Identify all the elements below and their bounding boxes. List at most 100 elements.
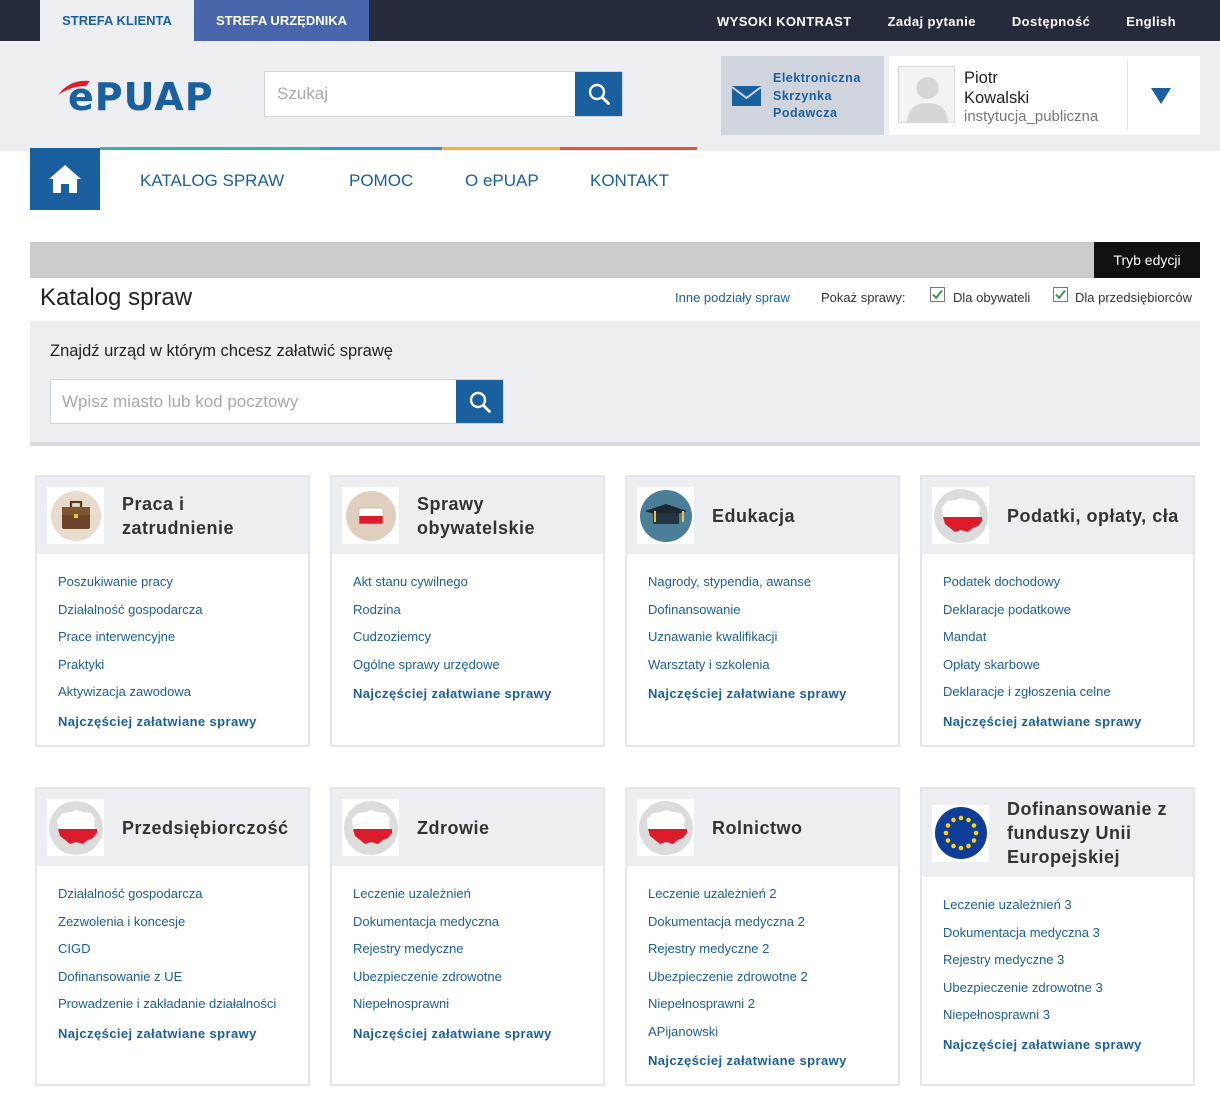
card-link[interactable]: Działalność gospodarcza: [58, 880, 288, 908]
user-menu-toggle[interactable]: [1151, 88, 1171, 109]
most-common-cases-link[interactable]: Najczęściej załatwiane sprawy: [648, 1053, 878, 1068]
category-card: Sprawy obywatelskie Akt stanu cywilnego Ro…: [330, 475, 605, 747]
top-links: WYSOKI KONTRAST Zadaj pytanie Dostępność…: [699, 0, 1220, 41]
citizens-checkbox[interactable]: [930, 287, 945, 302]
card-link[interactable]: Leczenie uzależnień: [353, 880, 583, 908]
card-title: Zdrowie: [417, 817, 490, 838]
card-body: Nagrody, stypendia, awanse Dofinansowanie…: [627, 554, 898, 717]
nav-o-epuap[interactable]: O ePUAP: [465, 171, 539, 191]
city-postcode-input[interactable]: [51, 380, 457, 423]
card-header[interactable]: Edukacja: [627, 477, 898, 554]
most-common-cases-link[interactable]: Najczęściej załatwiane sprawy: [353, 1026, 583, 1041]
edit-mode-button[interactable]: Tryb edycji: [1094, 242, 1200, 278]
epuap-logo-image: ePUAP: [58, 75, 213, 119]
card-link[interactable]: Rejestry medyczne 2: [648, 935, 878, 963]
card-link[interactable]: Ubezpieczenie zdrowotne 2: [648, 963, 878, 991]
nav-kontakt[interactable]: KONTAKT: [590, 171, 669, 191]
other-divisions-link[interactable]: Inne podziały spraw: [675, 290, 790, 305]
card-link[interactable]: Rejestry medyczne 3: [943, 946, 1173, 974]
card-header[interactable]: Dofinansowanie z funduszy Unii Europejsk…: [922, 789, 1193, 877]
search-button[interactable]: [575, 72, 622, 116]
card-link[interactable]: Podatek dochodowy: [943, 568, 1173, 596]
card-link[interactable]: Opłaty skarbowe: [943, 651, 1173, 679]
poland-map-icon: [932, 487, 989, 544]
home-button[interactable]: [30, 148, 100, 210]
card-link[interactable]: Ubezpieczenie zdrowotne 3: [943, 974, 1173, 1002]
home-icon: [49, 165, 81, 193]
card-link[interactable]: Dofinansowanie z UE: [58, 963, 288, 991]
card-header[interactable]: Praca i zatrudnienie: [37, 477, 308, 554]
esp-inbox-button[interactable]: Elektroniczna Skrzynka Podawcza: [721, 56, 884, 135]
card-link[interactable]: Deklaracje i zgłoszenia celne: [943, 678, 1173, 706]
card-link[interactable]: Deklaracje podatkowe: [943, 596, 1173, 624]
card-link[interactable]: Dokumentacja medyczna 2: [648, 908, 878, 936]
search-input[interactable]: [265, 72, 575, 116]
tab-strefa-klienta[interactable]: STREFA KLIENTA: [40, 0, 194, 41]
card-link[interactable]: Aktywizacja zawodowa: [58, 678, 288, 706]
card-link[interactable]: Rodzina: [353, 596, 583, 624]
card-link[interactable]: Poszukiwanie pracy: [58, 568, 288, 596]
citizens-label: Dla obywateli: [953, 290, 1031, 305]
card-link[interactable]: Dokumentacja medyczna: [353, 908, 583, 936]
eu-flag-icon: [932, 804, 989, 862]
card-link[interactable]: Prowadzenie i zakładanie działalności: [58, 990, 288, 1018]
finder-search-button[interactable]: [456, 380, 503, 423]
most-common-cases-link[interactable]: Najczęściej załatwiane sprawy: [58, 1026, 288, 1041]
accessibility-link[interactable]: Dostępność: [994, 0, 1108, 41]
briefcase-icon: [47, 487, 104, 544]
english-link[interactable]: English: [1108, 0, 1220, 41]
graduation-cap-icon: [637, 487, 694, 544]
card-title: Praca i zatrudnienie: [122, 493, 235, 538]
card-link[interactable]: CIGD: [58, 935, 288, 963]
top-bar: STREFA KLIENTA STREFA URZĘDNIKA WYSOKI K…: [0, 0, 1220, 41]
most-common-cases-link[interactable]: Najczęściej załatwiane sprawy: [943, 1037, 1173, 1052]
business-checkbox[interactable]: [1053, 287, 1068, 302]
ask-question-link[interactable]: Zadaj pytanie: [870, 0, 994, 41]
most-common-cases-link[interactable]: Najczęściej załatwiane sprawy: [353, 686, 583, 701]
card-body: Podatek dochodowy Deklaracje podatkowe Man…: [922, 554, 1193, 745]
most-common-cases-link[interactable]: Najczęściej załatwiane sprawy: [58, 714, 288, 729]
card-link[interactable]: Prace interwencyjne: [58, 623, 288, 651]
page-title: Katalog spraw: [40, 284, 193, 311]
card-header[interactable]: Przedsiębiorczość: [37, 789, 308, 866]
card-header[interactable]: Rolnictwo: [627, 789, 898, 866]
caret-down-icon: [1151, 88, 1171, 104]
card-link[interactable]: Leczenie uzależnień 2: [648, 880, 878, 908]
card-header[interactable]: Podatki, opłaty, cła: [922, 477, 1193, 554]
card-link[interactable]: Mandat: [943, 623, 1173, 651]
card-link[interactable]: Działalność gospodarcza: [58, 596, 288, 624]
card-link[interactable]: Uznawanie kwalifikacji: [648, 623, 878, 651]
card-link[interactable]: Nagrody, stypendia, awanse: [648, 568, 878, 596]
card-link[interactable]: Praktyki: [58, 651, 288, 679]
card-link[interactable]: Ubezpieczenie zdrowotne: [353, 963, 583, 991]
card-link[interactable]: Akt stanu cywilnego: [353, 568, 583, 596]
card-body: Leczenie uzależnień 2 Dokumentacja medycz…: [627, 866, 898, 1084]
card-link[interactable]: Niepełnosprawni 3: [943, 1001, 1173, 1029]
high-contrast-link[interactable]: WYSOKI KONTRAST: [699, 0, 870, 41]
card-link[interactable]: Dokumentacja medyczna 3: [943, 919, 1173, 947]
card-link[interactable]: Niepełnosprawni 2: [648, 990, 878, 1018]
card-link[interactable]: Ogólne sprawy urzędowe: [353, 651, 583, 679]
card-link[interactable]: Warsztaty i szkolenia: [648, 651, 878, 679]
envelope-icon: [732, 86, 761, 106]
card-link[interactable]: APijanowski: [648, 1018, 878, 1046]
card-link[interactable]: Dofinansowanie: [648, 596, 878, 624]
nav-pomoc[interactable]: POMOC: [349, 171, 413, 191]
card-header[interactable]: Sprawy obywatelskie: [332, 477, 603, 554]
card-link[interactable]: Leczenie uzależnień 3: [943, 891, 1173, 919]
card-link[interactable]: Zezwolenia i koncesje: [58, 908, 288, 936]
most-common-cases-link[interactable]: Najczęściej załatwiane sprawy: [648, 686, 878, 701]
check-icon: [932, 289, 943, 300]
most-common-cases-link[interactable]: Najczęściej załatwiane sprawy: [943, 714, 1173, 729]
card-link[interactable]: Rejestry medyczne: [353, 935, 583, 963]
poland-map-icon: [47, 799, 104, 856]
user-divider: [1127, 60, 1128, 131]
user-name: Piotr Kowalski: [964, 69, 1030, 107]
category-card: Dofinansowanie z funduszy Unii Europejsk…: [920, 787, 1195, 1086]
nav-katalog-spraw[interactable]: KATALOG SPRAW: [140, 171, 284, 191]
card-link[interactable]: Niepełnosprawni: [353, 990, 583, 1018]
card-link[interactable]: Cudzoziemcy: [353, 623, 583, 651]
card-header[interactable]: Zdrowie: [332, 789, 603, 866]
tab-strefa-urzednika[interactable]: STREFA URZĘDNIKA: [194, 0, 369, 41]
epuap-logo[interactable]: ePUAP: [56, 73, 236, 119]
